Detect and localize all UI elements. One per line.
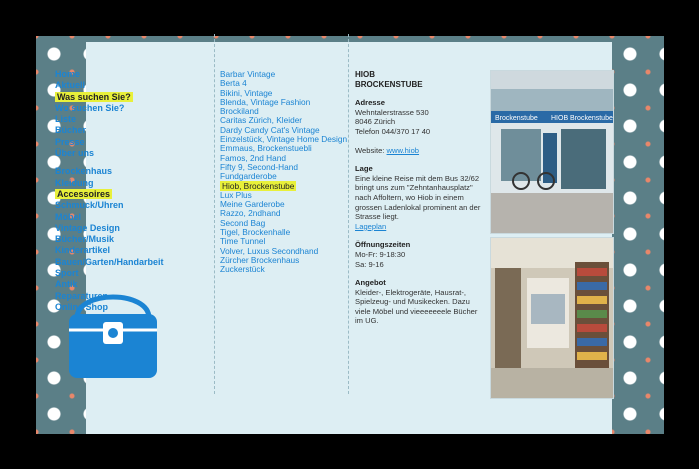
main-nav: Home Aktuell Was suchen Sie? Wo suchen S…: [55, 69, 175, 313]
phone: Telefon 044/370 17 40: [355, 126, 431, 136]
website-link[interactable]: www.hiob: [387, 146, 420, 155]
cat-bauen-garten[interactable]: Bauen/Garten/Handarbeit: [55, 257, 175, 268]
divider-2: [348, 34, 349, 394]
hours-line2: Sa: 9-16: [355, 259, 384, 269]
lage-text: Eine kleine Reise mit dem Bus 32/62 brin…: [355, 173, 481, 222]
cat-brockenhaus[interactable]: Brockenhaus: [55, 166, 175, 177]
nav-buecher[interactable]: Bücher: [55, 125, 175, 136]
storefront-photo: Brockenstube HIOB Brockenstube: [490, 70, 614, 234]
interior-photo: [490, 237, 614, 399]
cat-accessoires[interactable]: Accessoires: [55, 188, 113, 199]
storefront-sign-2: HIOB Brockenstube: [551, 115, 613, 122]
cat-vintage-design[interactable]: Vintage Design: [55, 223, 175, 234]
hours-line1: Mo-Fr: 9-18:30: [355, 249, 406, 259]
cat-moebel[interactable]: Möbel: [55, 212, 175, 223]
angebot-heading: Angebot: [355, 278, 386, 288]
angebot-text: Kleider-, Elektrogeräte, Hausrat-, Spiel…: [355, 287, 478, 326]
cat-sport[interactable]: Sport: [55, 268, 175, 279]
nav-aktuell[interactable]: Aktuell: [55, 80, 175, 91]
address-line1: Wehntalerstrasse 530: [355, 107, 429, 117]
shop-item[interactable]: Zuckerstück: [220, 264, 348, 274]
storefront-sign: Brockenstube: [495, 115, 538, 122]
website-label: Website:: [355, 145, 385, 155]
address-heading: Adresse: [355, 98, 385, 108]
nav-presse[interactable]: Presse: [55, 137, 175, 148]
handbag-icon: [69, 294, 157, 378]
address-line2: 8046 Zürich: [355, 117, 396, 127]
nav-wo-suchen-sie[interactable]: Wo suchen Sie?: [55, 103, 175, 114]
shop-list: Barbar Vintage Berta 4 Bikini, Vintage B…: [220, 69, 348, 275]
cat-kinderartikel[interactable]: Kinderartikel: [55, 245, 175, 256]
lageplan-link[interactable]: Lageplan: [355, 222, 481, 232]
detail-title-line2: BROCKENSTUBE: [355, 79, 423, 89]
lage-heading: Lage: [355, 164, 373, 174]
divider-1: [214, 34, 215, 394]
nav-was-suchen-sie[interactable]: Was suchen Sie?: [55, 91, 133, 102]
cat-kleidung[interactable]: Kleidung: [55, 178, 175, 189]
shop-detail: HIOB BROCKENSTUBE Adresse Wehntalerstras…: [355, 70, 481, 326]
cat-buecher-musik[interactable]: Bücher/Musik: [55, 234, 175, 245]
nav-liste[interactable]: Liste: [55, 114, 175, 125]
cat-schmuck-uhren[interactable]: Schmuck/Uhren: [55, 200, 175, 211]
hours-heading: Öffnungszeiten: [355, 240, 411, 250]
detail-title-line1: HIOB: [355, 70, 375, 79]
nav-ueber-uns[interactable]: Über uns: [55, 148, 175, 159]
nav-home[interactable]: Home: [55, 69, 175, 80]
